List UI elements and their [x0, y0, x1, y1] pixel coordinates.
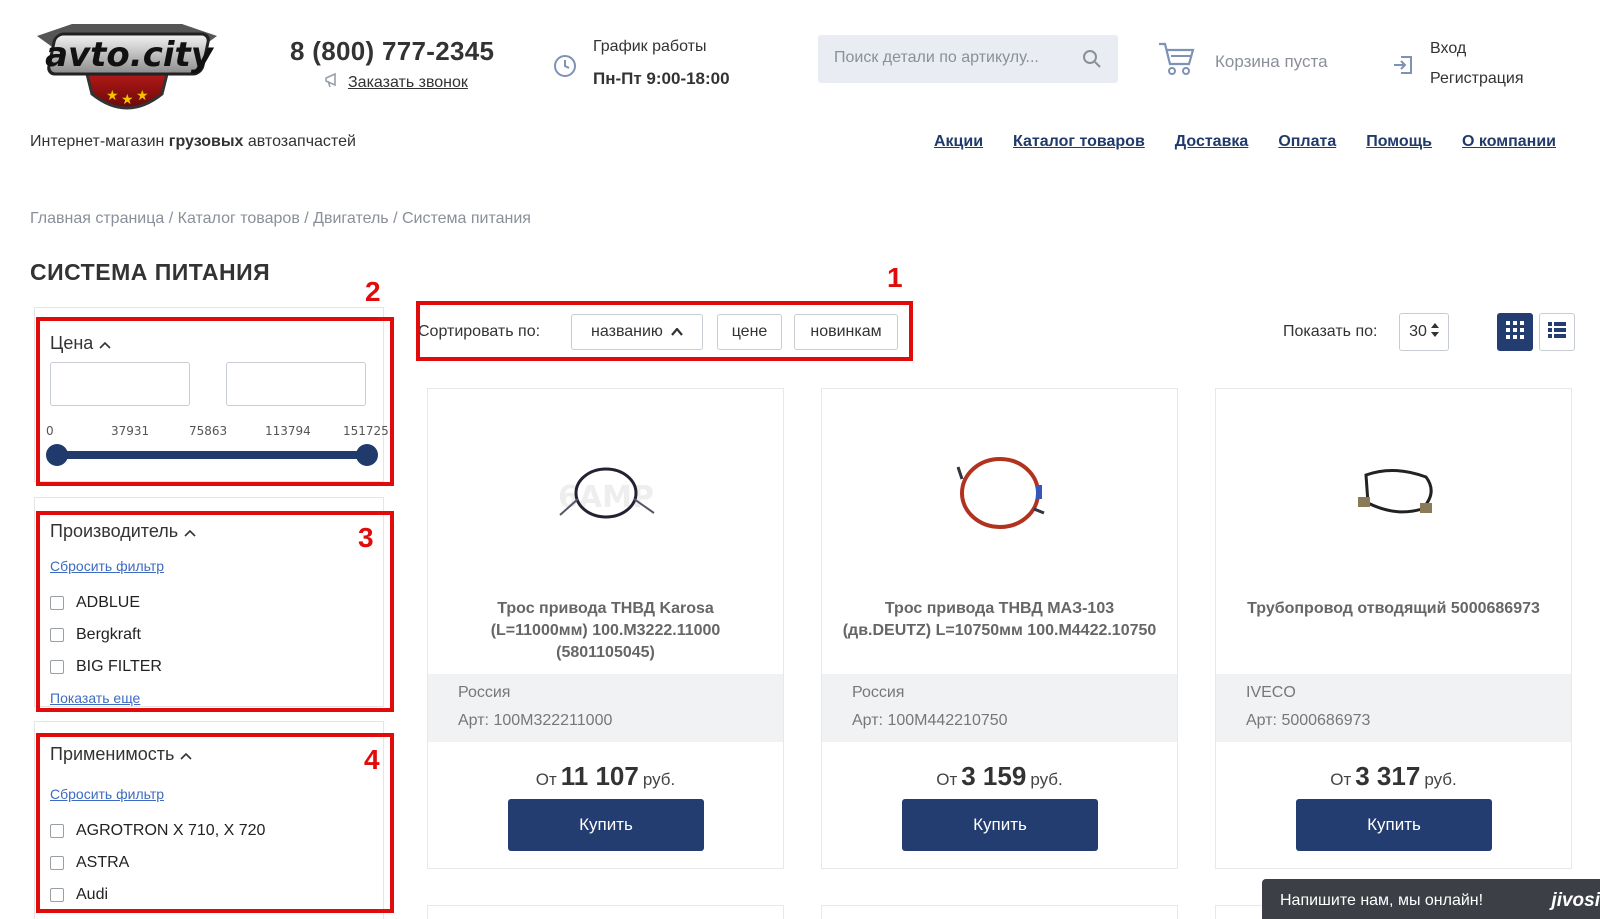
- svg-text:★: ★: [121, 91, 134, 107]
- grid-view-button[interactable]: [1497, 313, 1533, 351]
- product-meta: Россия Арт: 100M442210750: [822, 674, 1177, 742]
- svg-text:★: ★: [106, 87, 119, 103]
- product-article: Арт: 100M442210750: [852, 712, 1008, 729]
- product-card[interactable]: [821, 905, 1178, 919]
- product-meta: Россия Арт: 100M322211000: [428, 674, 783, 742]
- nav-item-help[interactable]: Помощь: [1366, 133, 1432, 151]
- product-image[interactable]: 6AMP: [428, 389, 783, 589]
- product-card[interactable]: 6AMP Трос привода ТНВД Karosa (L=11000мм…: [427, 388, 784, 869]
- nav-item-about[interactable]: О компании: [1462, 133, 1556, 151]
- tagline: Интернет-магазин грузовых автозапчастей: [30, 133, 356, 150]
- nav-item-delivery[interactable]: Доставка: [1175, 133, 1249, 151]
- updown-icon: [1430, 322, 1439, 342]
- svg-text:★: ★: [136, 87, 149, 103]
- product-card[interactable]: Трубопровод отводящий 5000686973 IVECO А…: [1215, 388, 1572, 869]
- grid-icon[interactable]: [1506, 320, 1524, 344]
- product-article: Арт: 5000686973: [1246, 712, 1371, 729]
- list-icon[interactable]: [1548, 321, 1566, 343]
- schedule-hours: Пн-Пт 9:00-18:00: [593, 69, 730, 88]
- page-title: СИСТЕМА ПИТАНИЯ: [30, 259, 271, 285]
- nav-item-catalog[interactable]: Каталог товаров: [1013, 133, 1145, 151]
- per-page-select[interactable]: 30: [1399, 313, 1449, 351]
- cart-label[interactable]: Корзина пуста: [1215, 52, 1328, 72]
- schedule-label: График работы: [593, 38, 707, 55]
- cart[interactable]: Корзина пуста: [1157, 40, 1328, 83]
- annotation-box-applicability: [36, 733, 394, 913]
- chat-brand: jivosi: [1551, 890, 1600, 911]
- annotation-box-price: [36, 317, 394, 486]
- svg-text:avto.city: avto.city: [45, 35, 215, 75]
- clock-icon: [553, 54, 577, 83]
- product-card[interactable]: [427, 905, 784, 919]
- per-page-label: Показать по:: [1283, 323, 1378, 340]
- search-placeholder[interactable]: Поиск детали по артикулу...: [834, 49, 1039, 67]
- nav-item-promos[interactable]: Акции: [934, 133, 983, 151]
- svg-text:6AMP: 6AMP: [558, 480, 654, 515]
- product-country: Россия: [852, 684, 905, 701]
- list-view-button[interactable]: [1539, 313, 1575, 351]
- product-image[interactable]: [1216, 389, 1571, 589]
- annotation-box-manufacturer: [36, 511, 394, 712]
- product-article: Арт: 100M322211000: [458, 712, 613, 729]
- product-card[interactable]: Трос привода ТНВД МАЗ-103 (дв.DEUTZ) L=1…: [821, 388, 1178, 869]
- product-country: IVECO: [1246, 684, 1296, 701]
- buy-button[interactable]: Купить: [508, 799, 704, 851]
- product-name[interactable]: Трубопровод отводящий 5000686973: [1236, 598, 1551, 620]
- product-name[interactable]: Трос привода ТНВД Karosa (L=11000мм) 100…: [448, 598, 763, 664]
- search-icon[interactable]: [1082, 49, 1102, 74]
- logo[interactable]: avto.city ★ ★ ★: [32, 14, 222, 124]
- product-image[interactable]: [822, 389, 1177, 589]
- phone-number[interactable]: 8 (800) 777-2345: [290, 36, 494, 67]
- callback-label[interactable]: Заказать звонок: [348, 74, 468, 92]
- nav-item-payment[interactable]: Оплата: [1278, 133, 1336, 151]
- login-icon[interactable]: [1392, 54, 1414, 81]
- product-price: От 11 107 руб.: [535, 761, 676, 791]
- annotation-number: 4: [364, 744, 380, 775]
- buy-button[interactable]: Купить: [1296, 799, 1492, 851]
- register-link[interactable]: Регистрация: [1430, 70, 1524, 88]
- megaphone-icon: [324, 71, 342, 94]
- product-price: От 3 159 руб.: [936, 761, 1063, 791]
- main-nav: Акции Каталог товаров Доставка Оплата По…: [934, 133, 1556, 151]
- buy-button[interactable]: Купить: [902, 799, 1098, 851]
- search-input[interactable]: Поиск детали по артикулу...: [818, 35, 1118, 83]
- cart-icon[interactable]: [1157, 40, 1197, 83]
- breadcrumb[interactable]: Главная страница / Каталог товаров / Дви…: [30, 210, 531, 228]
- annotation-number: 3: [358, 522, 374, 553]
- callback-link[interactable]: Заказать звонок: [324, 71, 468, 94]
- chat-label[interactable]: Напишите нам, мы онлайн!: [1280, 892, 1483, 910]
- login-link[interactable]: Вход: [1430, 40, 1466, 58]
- annotation-box-sort: [416, 301, 913, 361]
- product-price: От 3 317 руб.: [1330, 761, 1457, 791]
- product-name[interactable]: Трос привода ТНВД МАЗ-103 (дв.DEUTZ) L=1…: [842, 598, 1157, 642]
- annotation-number: 1: [887, 262, 903, 293]
- annotation-number: 2: [365, 276, 381, 307]
- chat-widget[interactable]: Напишите нам, мы онлайн! jivosi: [1262, 879, 1600, 919]
- product-meta: IVECO Арт: 5000686973: [1216, 674, 1571, 742]
- product-country: Россия: [458, 684, 511, 701]
